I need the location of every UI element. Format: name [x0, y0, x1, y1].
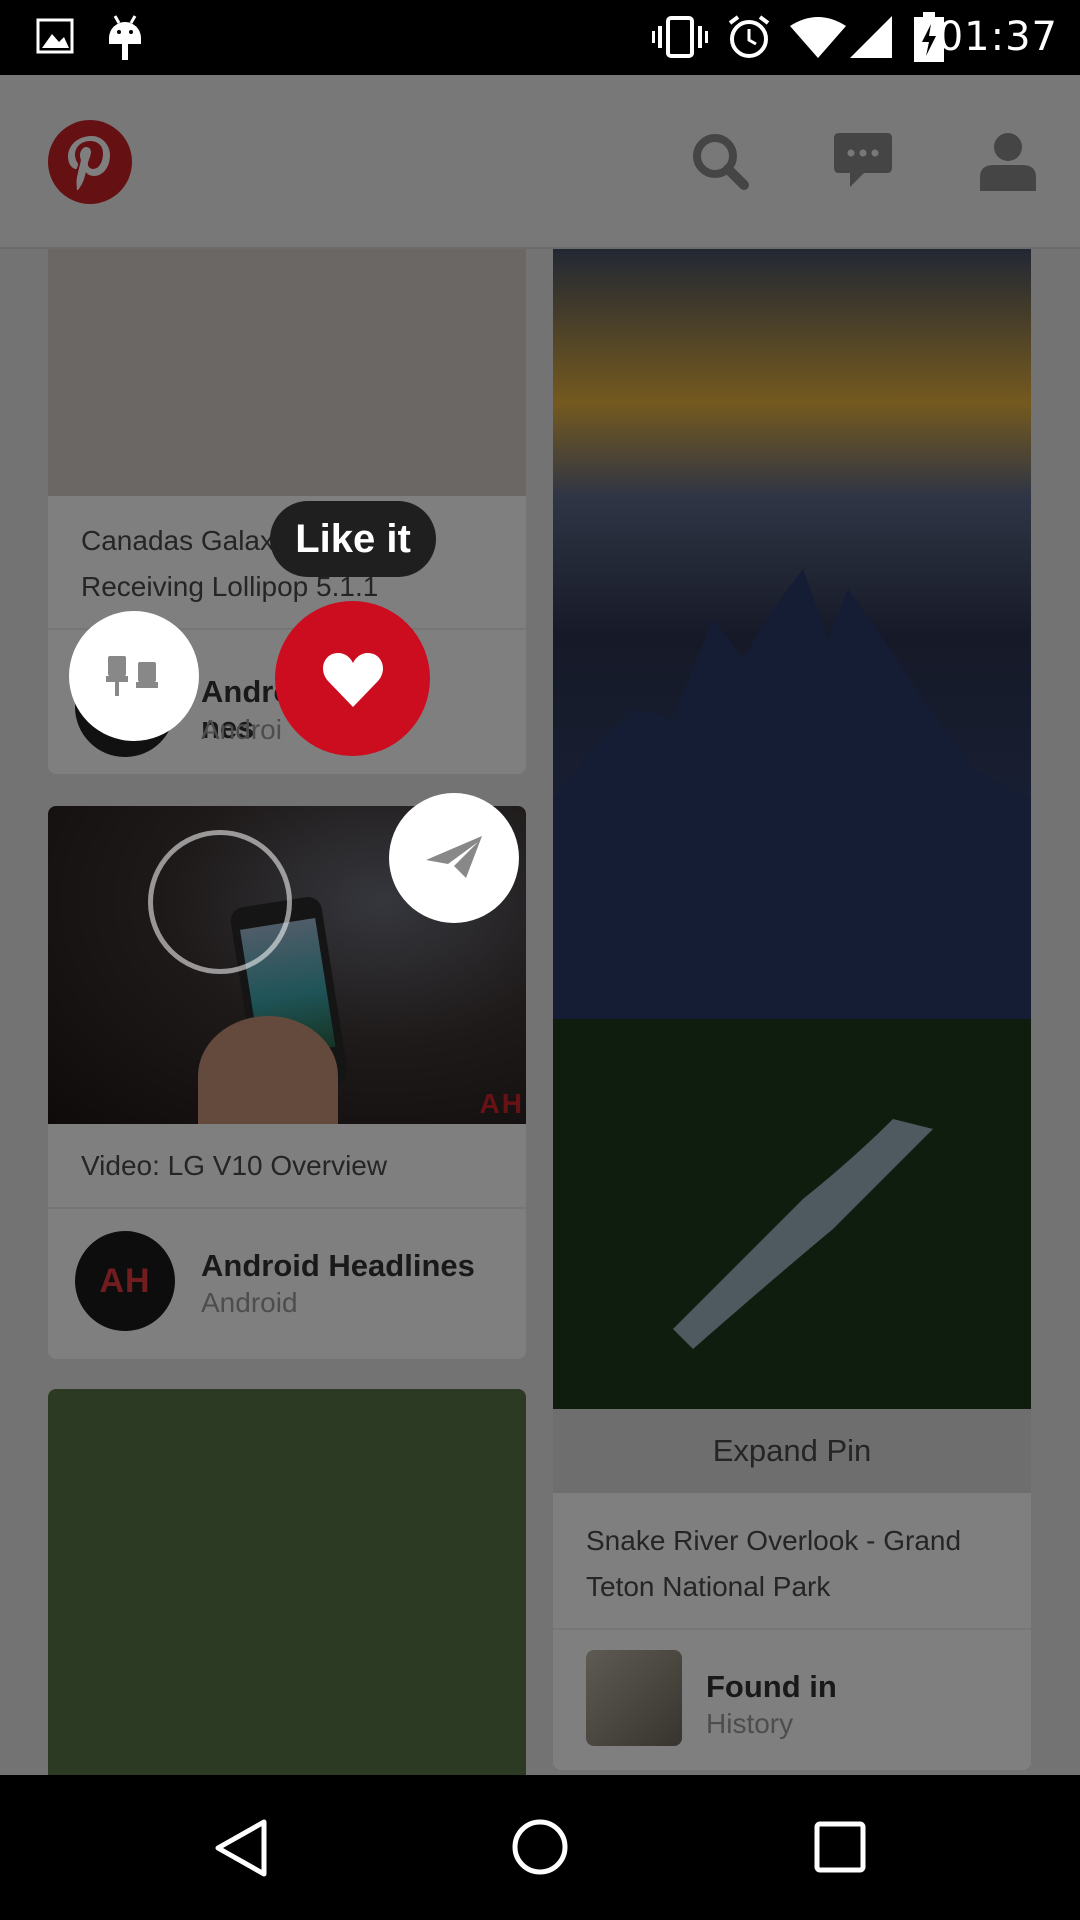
divider [48, 1207, 526, 1209]
profile-icon[interactable] [980, 131, 1036, 191]
pin-image[interactable] [48, 249, 526, 496]
top-app-bar [0, 75, 1080, 249]
send-button[interactable] [389, 793, 519, 923]
like-it-button[interactable] [275, 601, 430, 756]
pushpin-icon [106, 656, 158, 696]
wifi-icon [790, 17, 846, 58]
board-name: Android [201, 1287, 298, 1318]
android-icon [109, 15, 141, 60]
heart-icon [322, 652, 383, 707]
action-tooltip: Like it [270, 501, 436, 577]
recents-icon[interactable] [813, 1820, 867, 1874]
pin-image[interactable] [48, 1389, 526, 1775]
pin-description: Video: LG V10 Overview [81, 1150, 388, 1181]
alarm-icon [728, 15, 770, 58]
pin-image[interactable] [553, 249, 1031, 1409]
vibrate-icon [652, 16, 708, 58]
found-in-label: Found in [706, 1669, 837, 1704]
board-name: Androi [201, 714, 282, 745]
hand-photo [198, 1016, 338, 1124]
status-time: 01:37 [937, 14, 1058, 60]
signal-icon [850, 16, 892, 58]
pinner-name: Android Headlines [201, 1248, 475, 1283]
back-icon[interactable] [214, 1818, 270, 1878]
pin-description: Snake River Overlook - Grand Teton Natio… [586, 1525, 962, 1602]
mountain-photo [553, 569, 1031, 1409]
pin-feed[interactable]: Canadas Galaxy Receiving Lollipop 5.1.1 … [0, 249, 1080, 1775]
divider [553, 1628, 1031, 1630]
status-bar: 01:37 [0, 0, 1080, 75]
pin-card[interactable]: Expand Pin Snake River Overlook - Grand … [553, 249, 1031, 1770]
touch-origin-ring [148, 830, 292, 974]
home-icon[interactable] [510, 1817, 570, 1877]
pinterest-logo[interactable] [48, 120, 132, 204]
messages-icon[interactable] [834, 133, 892, 189]
image-watermark: AH [479, 1088, 524, 1119]
expand-pin-button[interactable]: Expand Pin [553, 1409, 1031, 1493]
avatar: AH [75, 1231, 175, 1331]
pin-card[interactable] [48, 1389, 526, 1775]
search-icon[interactable] [690, 131, 750, 191]
board-name: History [706, 1708, 794, 1739]
board-thumbnail [586, 1650, 682, 1746]
navigation-bar [0, 1775, 1080, 1920]
pin-it-button[interactable] [69, 611, 199, 741]
image-icon [36, 18, 74, 54]
paper-plane-icon [426, 836, 482, 878]
